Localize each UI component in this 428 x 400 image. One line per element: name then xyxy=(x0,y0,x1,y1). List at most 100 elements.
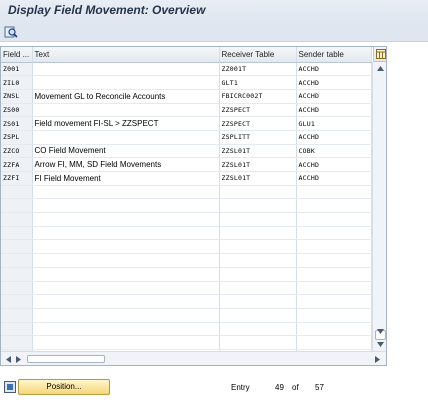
cell-receiver-table[interactable]: ZZSL01T xyxy=(219,171,297,186)
cell-text[interactable] xyxy=(32,130,220,145)
table-row[interactable]: Z001 ZZ001T ACCHD xyxy=(1,62,372,77)
empty-cell xyxy=(219,253,297,268)
cell-sender-table[interactable]: ACCHD xyxy=(296,62,372,77)
status-bar: Position... Entry 49 of 57 xyxy=(0,376,428,398)
cell-text[interactable] xyxy=(32,62,220,77)
title-bar: Display Field Movement: Overview xyxy=(0,0,428,22)
cell-field[interactable]: ZSPL xyxy=(1,130,33,145)
position-button[interactable]: Position... xyxy=(18,379,110,395)
horizontal-scrollbar[interactable] xyxy=(1,351,386,365)
empty-cell xyxy=(32,335,220,350)
entry-of-label: of xyxy=(292,383,299,392)
entry-current: 49 xyxy=(275,383,284,392)
cell-field[interactable]: ZIL0 xyxy=(1,75,33,90)
scroll-far-right-icon[interactable] xyxy=(373,355,382,364)
cell-receiver-table[interactable]: ZZSL01T xyxy=(219,144,297,159)
empty-cell xyxy=(219,239,297,255)
cell-receiver-table[interactable]: ZZSPECT xyxy=(219,116,297,131)
empty-cell xyxy=(296,335,372,350)
scroll-down-icon[interactable] xyxy=(376,340,385,349)
empty-cell xyxy=(32,281,220,296)
vertical-scrollbar[interactable] xyxy=(372,62,386,351)
cell-field[interactable]: ZNSL xyxy=(1,89,33,104)
column-settings-icon[interactable] xyxy=(373,47,386,62)
table-row[interactable]: ZZCO CO Field Movement ZZSL01T COBK xyxy=(1,144,372,159)
cell-sender-table[interactable]: ACCHD xyxy=(296,171,372,186)
empty-cell xyxy=(296,294,372,309)
scroll-up-icon[interactable] xyxy=(376,64,385,73)
empty-cell xyxy=(219,308,297,323)
field-movement-table: Field ... Text Receiver Table Sender tab… xyxy=(0,46,387,366)
cell-field[interactable]: ZS00 xyxy=(1,103,33,118)
empty-table-row xyxy=(1,335,372,350)
empty-table-row xyxy=(1,308,372,323)
table-row[interactable]: ZZFI FI Field Movement ZZSL01T ACCHD xyxy=(1,171,372,186)
empty-cell xyxy=(296,212,372,227)
position-icon[interactable] xyxy=(4,381,16,393)
cell-text[interactable]: Movement GL to Reconcile Accounts xyxy=(32,89,220,104)
cell-sender-table[interactable]: ACCHD xyxy=(296,89,372,104)
page-title: Display Field Movement: Overview xyxy=(8,3,206,17)
table-row[interactable]: ZZFA Arrow FI, MM, SD Field Movements ZZSL… xyxy=(1,157,372,172)
cell-receiver-table[interactable]: GLT1 xyxy=(219,75,297,90)
empty-cell xyxy=(219,281,297,296)
scroll-left-icon[interactable] xyxy=(4,355,13,364)
cell-sender-table[interactable]: ACCHD xyxy=(296,157,372,172)
cell-receiver-table[interactable]: FBICRC002T xyxy=(219,89,297,104)
empty-table-row xyxy=(1,267,372,282)
cell-field[interactable]: ZZFI xyxy=(1,171,33,186)
cell-receiver-table[interactable]: ZZSL01T xyxy=(219,157,297,172)
cell-text[interactable] xyxy=(32,75,220,90)
table-row[interactable]: ZNSL Movement GL to Reconcile Accounts FBI… xyxy=(1,89,372,104)
empty-cell xyxy=(32,239,220,255)
table-row[interactable]: ZSPL ZSPLITT ACCHD xyxy=(1,130,372,145)
table-row[interactable]: ZS01 Field movement FI-SL > ZZSPECT ZZSPEC… xyxy=(1,116,372,131)
cell-text[interactable]: FI Field Movement xyxy=(32,171,220,186)
cell-field[interactable]: Z001 xyxy=(1,62,33,77)
cell-receiver-table[interactable]: ZZ001T xyxy=(219,62,297,77)
cell-receiver-table[interactable]: ZSPLITT xyxy=(219,130,297,145)
empty-table-row xyxy=(1,294,372,309)
column-header-field[interactable]: Field ... xyxy=(1,47,33,63)
scroll-right-icon[interactable] xyxy=(14,355,23,364)
find-icon[interactable] xyxy=(4,25,18,39)
empty-cell xyxy=(32,185,220,200)
page-down-icon[interactable] xyxy=(376,327,385,336)
cell-sender-table[interactable]: ACCHD xyxy=(296,103,372,118)
empty-cell xyxy=(219,294,297,309)
cell-text[interactable]: Arrow FI, MM, SD Field Movements xyxy=(32,157,220,172)
empty-cell xyxy=(296,253,372,268)
cell-sender-table[interactable]: ACCHD xyxy=(296,130,372,145)
empty-cell xyxy=(32,294,220,309)
empty-cell xyxy=(219,198,297,214)
empty-cell xyxy=(296,322,372,337)
table-row[interactable]: ZIL0 GLT1 ACCHD xyxy=(1,75,372,90)
cell-field[interactable]: ZZCO xyxy=(1,144,33,159)
empty-cell xyxy=(1,198,33,214)
empty-cell xyxy=(1,281,33,296)
empty-cell xyxy=(296,226,372,241)
column-header-text[interactable]: Text xyxy=(32,47,220,63)
cell-field[interactable]: ZZFA xyxy=(1,157,33,172)
cell-receiver-table[interactable]: ZZSPECT xyxy=(219,103,297,118)
cell-sender-table[interactable]: GLU1 xyxy=(296,116,372,131)
table-row[interactable]: ZS00 ZZSPECT ACCHD xyxy=(1,103,372,118)
empty-cell xyxy=(219,267,297,282)
cell-text[interactable]: Field movement FI-SL > ZZSPECT xyxy=(32,116,220,131)
empty-cell xyxy=(219,226,297,241)
empty-cell xyxy=(1,294,33,309)
empty-cell xyxy=(32,322,220,337)
cell-text[interactable] xyxy=(32,103,220,118)
empty-cell xyxy=(32,226,220,241)
horizontal-scroll-thumb[interactable] xyxy=(27,355,105,363)
column-header-receiver-table[interactable]: Receiver Table xyxy=(219,47,297,63)
cell-sender-table[interactable]: ACCHD xyxy=(296,75,372,90)
empty-cell xyxy=(32,253,220,268)
empty-cell xyxy=(219,335,297,350)
column-header-sender-table[interactable]: Sender table xyxy=(296,47,372,63)
empty-table-row xyxy=(1,212,372,227)
empty-cell xyxy=(32,212,220,227)
cell-field[interactable]: ZS01 xyxy=(1,116,33,131)
cell-sender-table[interactable]: COBK xyxy=(296,144,372,159)
cell-text[interactable]: CO Field Movement xyxy=(32,144,220,159)
